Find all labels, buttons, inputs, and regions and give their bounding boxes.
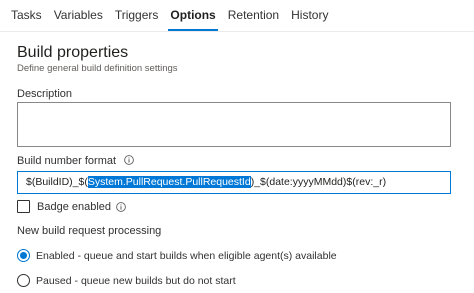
build-number-text-before: $(BuildID)_$(	[26, 176, 88, 188]
badge-enabled-checkbox[interactable]	[17, 200, 30, 213]
build-number-text-after: )_$(date:yyyyMMdd)$(rev:_r)	[250, 176, 387, 188]
section-title: Build properties	[17, 44, 129, 61]
badge-enabled-row: Badge enabled	[17, 199, 126, 214]
radio-paused-button[interactable]	[17, 274, 30, 287]
new-build-request-label: New build request processing	[17, 225, 162, 237]
tab-tasks[interactable]: Tasks	[0, 0, 48, 31]
tab-variables[interactable]: Variables	[48, 0, 109, 31]
build-number-selected-text: System.PullRequest.PullRequestId	[87, 176, 251, 188]
tab-triggers[interactable]: Triggers	[109, 0, 165, 31]
tab-retention[interactable]: Retention	[222, 0, 285, 31]
build-number-format-label-row: Build number format	[17, 155, 134, 168]
radio-enabled-button[interactable]	[17, 249, 30, 262]
info-icon[interactable]	[116, 201, 126, 212]
badge-enabled-label[interactable]: Badge enabled	[37, 201, 111, 213]
radio-option-enabled[interactable]: Enabled - queue and start builds when el…	[17, 248, 337, 263]
section-subtitle: Define general build definition settings	[17, 63, 178, 74]
tab-bar: Tasks Variables Triggers Options Retenti…	[0, 0, 334, 31]
build-number-format-input[interactable]: $(BuildID)_$(System.PullRequest.PullRequ…	[17, 171, 451, 194]
build-number-format-label: Build number format	[17, 155, 117, 167]
description-textarea[interactable]	[17, 102, 451, 147]
radio-paused-label[interactable]: Paused - queue new builds but do not sta…	[36, 275, 236, 287]
info-icon[interactable]	[124, 155, 134, 165]
radio-enabled-label[interactable]: Enabled - queue and start builds when el…	[36, 250, 337, 262]
tab-options[interactable]: Options	[164, 0, 221, 31]
radio-option-paused[interactable]: Paused - queue new builds but do not sta…	[17, 273, 236, 288]
description-label: Description	[17, 88, 73, 100]
tab-bar-divider	[0, 31, 474, 32]
tab-history[interactable]: History	[285, 0, 334, 31]
build-options-page: Tasks Variables Triggers Options Retenti…	[0, 0, 474, 293]
